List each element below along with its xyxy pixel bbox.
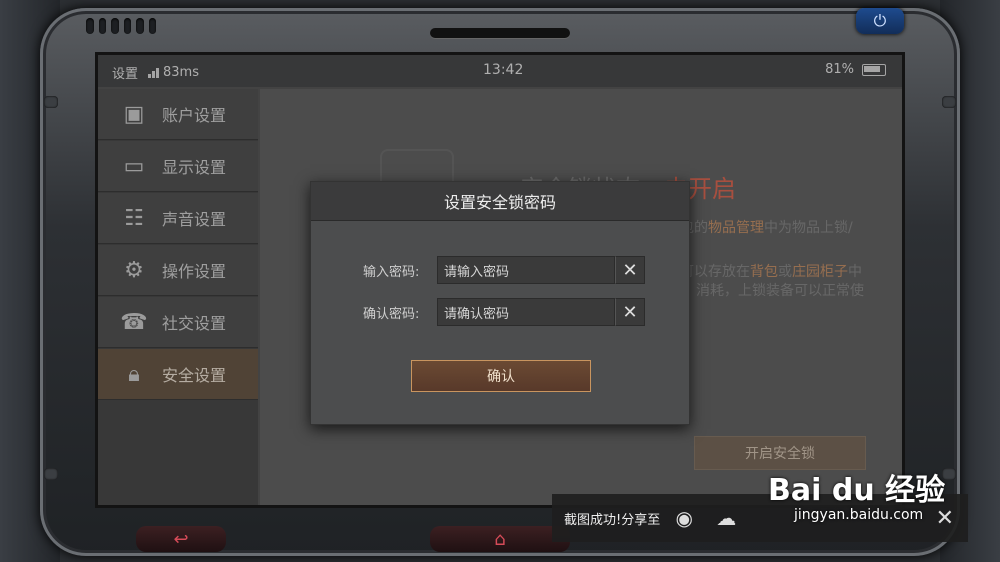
- password-row: 输入密码: 请输入密码 ✕: [363, 256, 645, 284]
- back-button[interactable]: ↩: [136, 526, 226, 552]
- baidu-jingyan-watermark: Bai du 经验 jingyan.baidu.com: [768, 465, 945, 523]
- clear-confirm-icon[interactable]: ✕: [615, 298, 645, 326]
- dialog-title: 设置安全锁密码: [311, 182, 689, 221]
- left-knob-top: [44, 96, 58, 108]
- home-icon: ⌂: [494, 528, 506, 550]
- confirm-button[interactable]: 确认: [411, 360, 591, 392]
- power-icon: ⏻: [873, 11, 887, 30]
- right-knob-top: [942, 96, 956, 108]
- watermark-url: jingyan.baidu.com: [794, 507, 924, 523]
- confirm-password-input[interactable]: 请确认密码: [437, 298, 615, 326]
- home-button[interactable]: ⌂: [430, 526, 570, 552]
- weibo-icon[interactable]: ◉: [666, 500, 702, 536]
- top-slot: [430, 28, 570, 38]
- back-arrow-icon: ↩: [173, 528, 189, 550]
- left-knob-bottom: [44, 468, 58, 480]
- share-text: 截图成功!分享至: [564, 512, 661, 528]
- wechat-icon[interactable]: ☁: [708, 500, 744, 536]
- password-label: 输入密码:: [363, 264, 420, 280]
- speaker-grill: [86, 18, 156, 36]
- set-password-dialog: 设置安全锁密码 输入密码: 请输入密码 ✕ 确认密码: 请确认密码 ✕ 确认: [310, 181, 690, 425]
- confirm-row: 确认密码: 请确认密码 ✕: [363, 298, 645, 326]
- clear-password-icon[interactable]: ✕: [615, 256, 645, 284]
- confirm-password-label: 确认密码:: [363, 306, 420, 322]
- password-input[interactable]: 请输入密码: [437, 256, 615, 284]
- watermark-brand: Bai du 经验: [768, 473, 946, 508]
- power-button[interactable]: ⏻: [856, 8, 904, 34]
